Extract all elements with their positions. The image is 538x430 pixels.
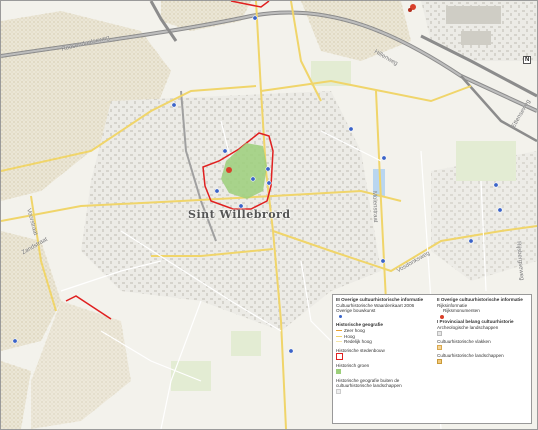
vlakken-swatch-icon: [437, 345, 442, 351]
line-swatch-icon: [336, 341, 342, 343]
blue-dot-icon: [339, 315, 343, 319]
legend-item-stedenbouw: [336, 353, 431, 361]
legend-item-landschappen: [437, 359, 532, 365]
legend-item-buiten: [336, 389, 431, 395]
street-label-molenstraat: Molenstraat: [371, 191, 379, 223]
line-swatch-icon: [336, 335, 342, 337]
legend-item-buiten-label: Historische geografie buiten de cultuurh…: [336, 377, 402, 389]
line-swatch-icon: [336, 330, 342, 332]
red-dot-icon: [440, 314, 445, 319]
road-number-badge: N: [523, 56, 532, 64]
map-viewer[interactable]: Sint Willebrord Roosendaalseweg Hillenwe…: [0, 0, 538, 430]
legend-left-column: III Overige cultuurhistorische informati…: [336, 297, 431, 395]
town-label: Sint Willebrord: [188, 208, 291, 221]
landschappen-swatch-icon: [437, 359, 442, 365]
map-legend: III Overige cultuurhistorische informati…: [332, 294, 532, 424]
arch-swatch-icon: [437, 330, 442, 336]
legend-right-column: II Overige cultuurhistorische informatie…: [437, 297, 532, 365]
red-outline-swatch-icon: [336, 353, 343, 361]
grey-swatch-icon: [336, 389, 341, 395]
legend-label: Redelijk hoog: [344, 339, 372, 345]
green-swatch-icon: [336, 369, 341, 375]
